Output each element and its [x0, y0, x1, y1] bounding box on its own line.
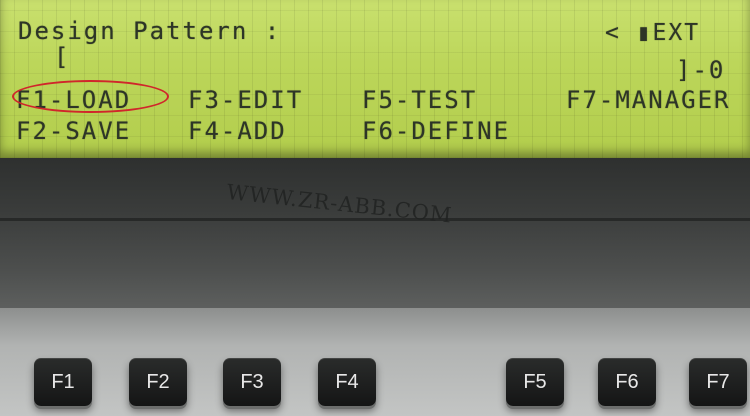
function-keypad: F1 F2 F3 F4 F5 F6 F7 [0, 308, 750, 416]
menu-f6-define: F6-DEFINE [362, 117, 511, 145]
lcd-screen: Design Pattern : < ▮EXT [ ]-0 F1-LOAD F3… [0, 0, 750, 158]
device-bezel [0, 158, 750, 308]
menu-f4-add: F4-ADD [188, 117, 287, 145]
f3-key[interactable]: F3 [223, 358, 281, 406]
screen-title: Design Pattern : [18, 17, 282, 45]
f2-key[interactable]: F2 [129, 358, 187, 406]
f5-key[interactable]: F5 [506, 358, 564, 406]
menu-f5-test: F5-TEST [362, 86, 478, 114]
menu-f3-edit: F3-EDIT [188, 86, 304, 114]
ext-indicator: < ▮EXT [605, 20, 701, 46]
menu-f2-save: F2-SAVE [16, 117, 132, 145]
input-field-close-bracket: ]-0 [676, 56, 726, 84]
highlight-circle-annotation [12, 80, 169, 113]
f6-key[interactable]: F6 [598, 358, 656, 406]
teach-pendant: Design Pattern : < ▮EXT [ ]-0 F1-LOAD F3… [0, 0, 750, 416]
menu-f7-manager: F7-MANAGER [566, 86, 731, 114]
f7-key[interactable]: F7 [689, 358, 747, 406]
f1-key[interactable]: F1 [34, 358, 92, 406]
f4-key[interactable]: F4 [318, 358, 376, 406]
input-field-open-bracket: [ [54, 43, 71, 71]
